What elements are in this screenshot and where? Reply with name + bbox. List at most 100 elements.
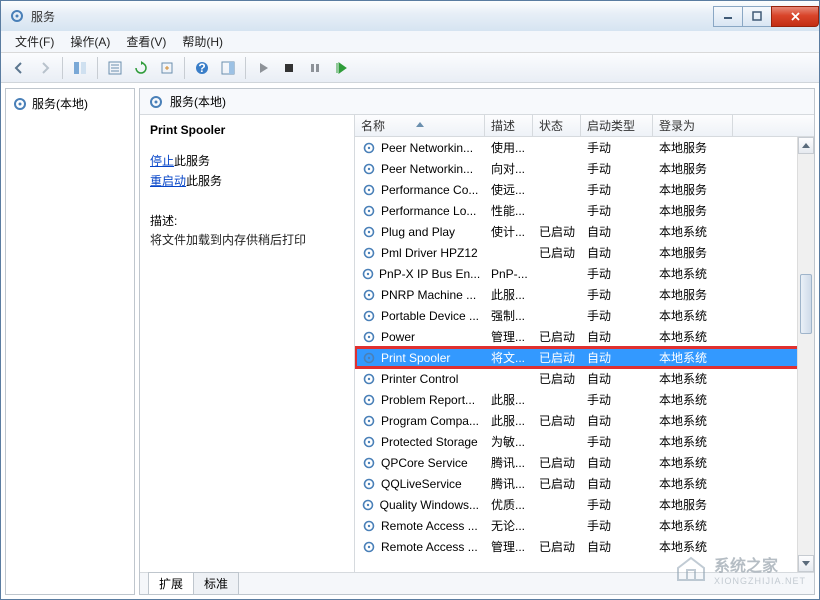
table-row[interactable]: Peer Networkin...使用...手动本地服务 <box>355 137 814 158</box>
table-row[interactable]: Power管理...已启动自动本地系统 <box>355 326 814 347</box>
cell-description: 无论... <box>485 517 533 534</box>
service-icon <box>361 455 377 471</box>
table-row[interactable]: QQLiveService腾讯...已启动自动本地系统 <box>355 473 814 494</box>
refresh-button[interactable] <box>129 56 153 80</box>
main-header: 服务(本地) <box>140 89 814 115</box>
table-row[interactable]: Portable Device ...强制...手动本地系统 <box>355 305 814 326</box>
table-row[interactable]: Peer Networkin...向对...手动本地服务 <box>355 158 814 179</box>
cell-startup: 自动 <box>581 349 653 366</box>
services-icon <box>148 94 164 110</box>
toolbar-separator <box>62 57 63 79</box>
tab-extended[interactable]: 扩展 <box>148 572 194 594</box>
vertical-scrollbar[interactable] <box>797 137 814 572</box>
table-row[interactable]: QPCore Service腾讯...已启动自动本地系统 <box>355 452 814 473</box>
close-button[interactable] <box>771 6 819 27</box>
service-icon <box>361 182 377 198</box>
cell-startup: 手动 <box>581 265 653 282</box>
service-icon <box>361 350 377 366</box>
menu-file[interactable]: 文件(F) <box>7 31 62 52</box>
main-header-label: 服务(本地) <box>170 93 226 110</box>
service-icon <box>361 203 377 219</box>
scroll-down-button[interactable] <box>798 555 814 572</box>
restart-suffix: 此服务 <box>186 174 222 188</box>
cell-logon: 本地系统 <box>653 433 733 450</box>
cell-logon: 本地系统 <box>653 412 733 429</box>
cell-logon: 本地服务 <box>653 244 733 261</box>
export-button[interactable] <box>155 56 179 80</box>
table-row[interactable]: Problem Report...此服...手动本地系统 <box>355 389 814 410</box>
properties-button[interactable] <box>103 56 127 80</box>
cell-startup: 自动 <box>581 328 653 345</box>
cell-status: 已启动 <box>533 454 581 471</box>
cell-name: QQLiveService <box>355 476 485 492</box>
nav-root-item[interactable]: 服务(本地) <box>10 93 130 114</box>
tab-standard[interactable]: 标准 <box>193 572 239 594</box>
table-row[interactable]: Remote Access ...管理...已启动自动本地系统 <box>355 536 814 557</box>
help-button[interactable]: ? <box>190 56 214 80</box>
selected-service-title: Print Spooler <box>150 123 344 137</box>
service-icon <box>361 266 375 282</box>
restart-service-button[interactable] <box>329 56 353 80</box>
cell-startup: 手动 <box>581 517 653 534</box>
table-row[interactable]: Remote Access ...无论...手动本地系统 <box>355 515 814 536</box>
col-logon[interactable]: 登录为 <box>653 115 733 136</box>
menu-view[interactable]: 查看(V) <box>118 31 174 52</box>
scroll-track[interactable] <box>798 154 814 555</box>
table-row[interactable]: Plug and Play使计...已启动自动本地系统 <box>355 221 814 242</box>
col-status[interactable]: 状态 <box>533 115 581 136</box>
table-row[interactable]: Print Spooler将文...已启动自动本地系统 <box>355 347 814 368</box>
nav-tree[interactable]: 服务(本地) <box>5 88 135 595</box>
show-hide-tree-button[interactable] <box>68 56 92 80</box>
pause-service-button[interactable] <box>303 56 327 80</box>
bottom-tabs: 扩展 标准 <box>140 572 814 594</box>
table-row[interactable]: Quality Windows...优质...手动本地服务 <box>355 494 814 515</box>
stop-link[interactable]: 停止 <box>150 154 174 168</box>
toolbar-separator <box>97 57 98 79</box>
table-row[interactable]: Protected Storage为敏...手动本地系统 <box>355 431 814 452</box>
table-row[interactable]: Performance Co...使远...手动本地服务 <box>355 179 814 200</box>
services-icon <box>12 96 28 112</box>
back-button[interactable] <box>7 56 31 80</box>
col-startup[interactable]: 启动类型 <box>581 115 653 136</box>
table-row[interactable]: Pml Driver HPZ12已启动自动本地服务 <box>355 242 814 263</box>
start-service-button[interactable] <box>251 56 275 80</box>
cell-logon: 本地系统 <box>653 307 733 324</box>
table-row[interactable]: Program Compa...此服...已启动自动本地系统 <box>355 410 814 431</box>
svg-text:?: ? <box>198 61 205 75</box>
cell-logon: 本地服务 <box>653 181 733 198</box>
list-rows[interactable]: Peer Networkin...使用...手动本地服务Peer Network… <box>355 137 814 572</box>
window-buttons <box>714 6 819 27</box>
menu-help[interactable]: 帮助(H) <box>174 31 231 52</box>
restart-link[interactable]: 重启动 <box>150 174 186 188</box>
services-list: 名称 描述 状态 启动类型 登录为 Peer Networkin...使用...… <box>355 115 814 572</box>
service-icon <box>361 224 377 240</box>
service-icon <box>361 392 377 408</box>
scroll-up-button[interactable] <box>798 137 814 154</box>
menu-action[interactable]: 操作(A) <box>62 31 118 52</box>
table-row[interactable]: PNRP Machine ...此服...手动本地服务 <box>355 284 814 305</box>
cell-description: 优质... <box>485 496 533 513</box>
maximize-button[interactable] <box>742 6 772 27</box>
cell-startup: 自动 <box>581 412 653 429</box>
sort-asc-icon <box>416 116 424 130</box>
cell-description: 管理... <box>485 328 533 345</box>
forward-button[interactable] <box>33 56 57 80</box>
cell-description: PnP-... <box>485 267 533 281</box>
scroll-thumb[interactable] <box>800 274 812 334</box>
cell-status: 已启动 <box>533 328 581 345</box>
table-row[interactable]: Performance Lo...性能...手动本地服务 <box>355 200 814 221</box>
cell-name: Printer Control <box>355 371 485 387</box>
cell-name: Pml Driver HPZ12 <box>355 245 485 261</box>
table-row[interactable]: PnP-X IP Bus En...PnP-...手动本地系统 <box>355 263 814 284</box>
action-pane-button[interactable] <box>216 56 240 80</box>
col-description[interactable]: 描述 <box>485 115 533 136</box>
stop-service-button[interactable] <box>277 56 301 80</box>
service-icon <box>361 518 377 534</box>
cell-status: 已启动 <box>533 370 581 387</box>
table-row[interactable]: Printer Control已启动自动本地系统 <box>355 368 814 389</box>
titlebar[interactable]: 服务 <box>1 1 819 31</box>
cell-logon: 本地系统 <box>653 475 733 492</box>
minimize-button[interactable] <box>713 6 743 27</box>
cell-description: 强制... <box>485 307 533 324</box>
col-name[interactable]: 名称 <box>355 115 485 136</box>
